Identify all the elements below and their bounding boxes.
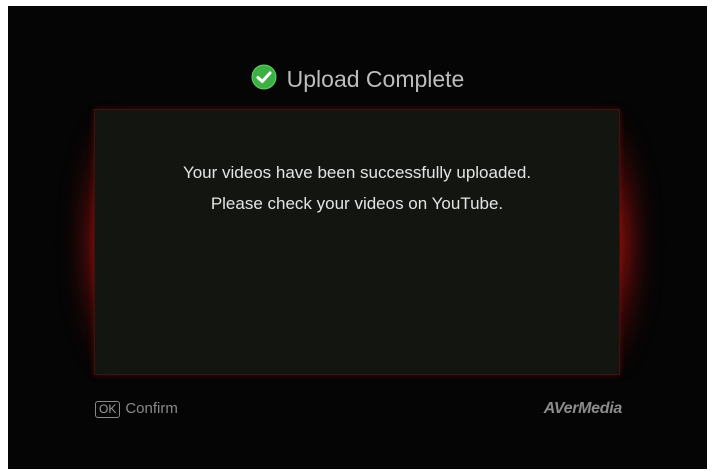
dialog-title: Upload Complete (8, 62, 707, 94)
confirm-label: Confirm (125, 400, 178, 417)
confirm-button[interactable]: OK Confirm (95, 399, 178, 419)
message-text: Your videos have been successfully uploa… (95, 157, 619, 219)
message-line-2: Please check your videos on YouTube. (210, 194, 504, 213)
brand-logo: AVerMedia (543, 400, 623, 417)
message-line-1: Your videos have been successfully uploa… (182, 163, 532, 182)
tv-screen: Upload Complete Your videos have been su… (8, 6, 707, 469)
message-panel: Your videos have been successfully uploa… (94, 109, 620, 375)
dialog-title-text: Upload Complete (286, 65, 465, 92)
check-circle-icon (251, 64, 277, 90)
ok-key-icon: OK (95, 400, 121, 418)
